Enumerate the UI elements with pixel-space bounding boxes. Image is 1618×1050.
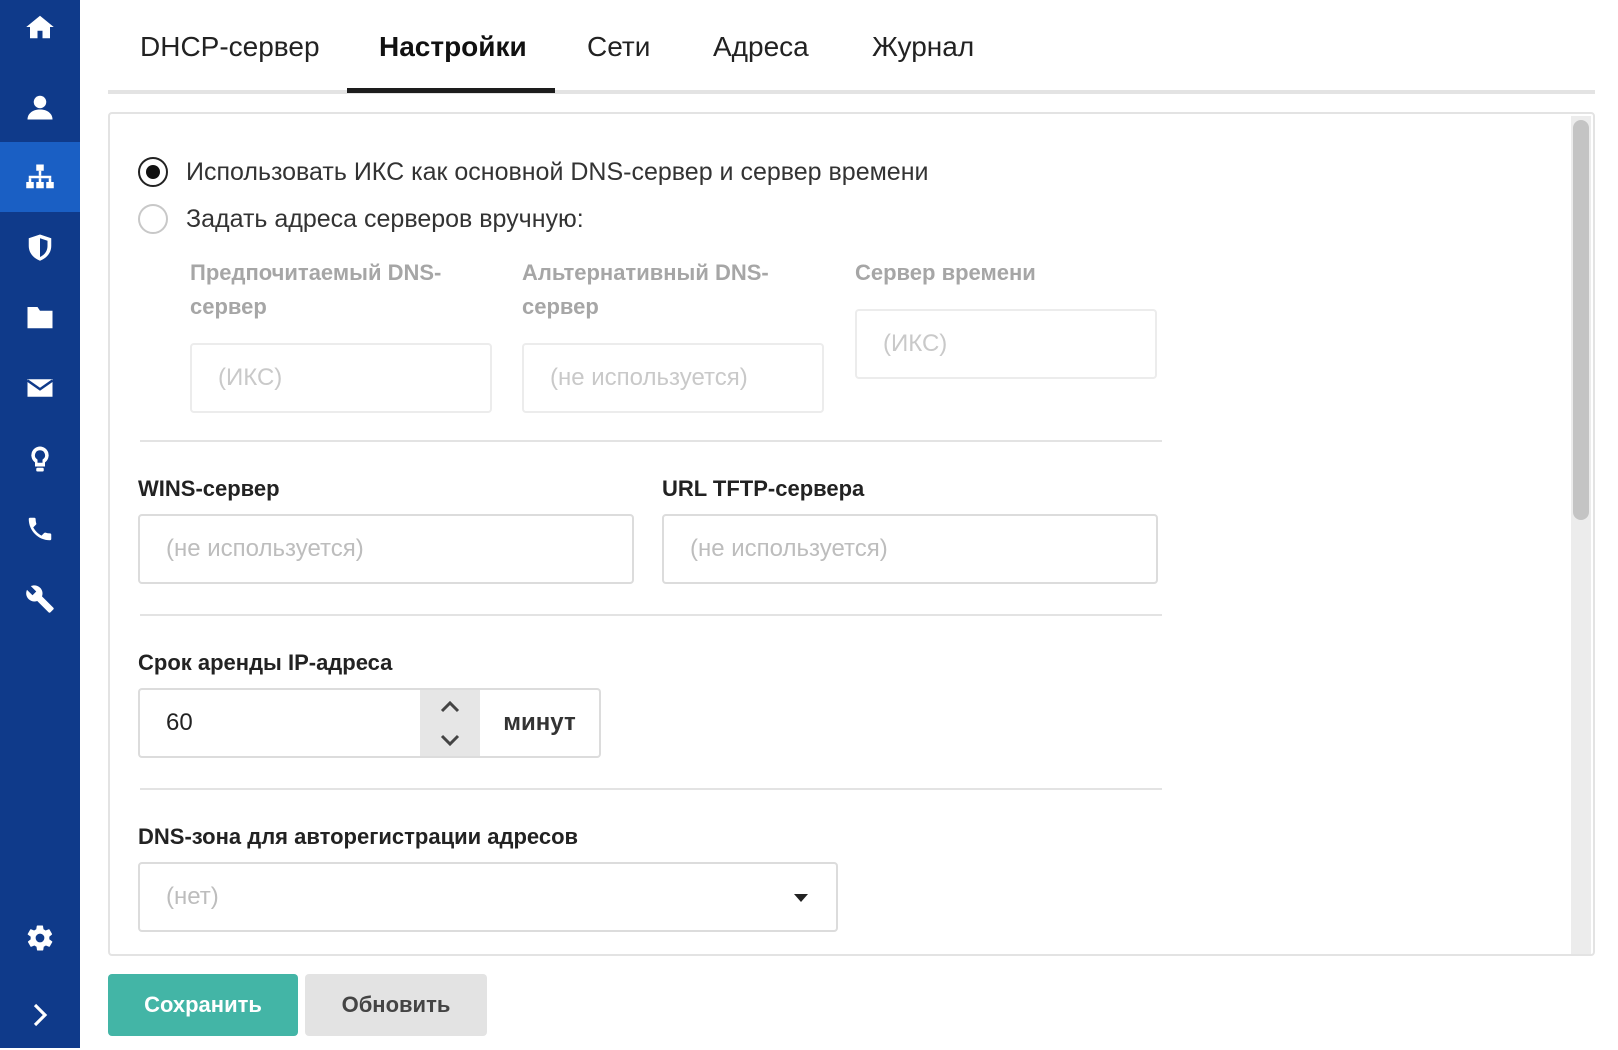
network-icon bbox=[26, 164, 54, 189]
lease-time-stepper bbox=[420, 688, 480, 758]
decrement-button[interactable] bbox=[420, 723, 480, 756]
chevron-right-icon bbox=[33, 1003, 48, 1027]
radio-use-ics-dns-label: Использовать ИКС как основной DNS-сервер… bbox=[186, 157, 929, 186]
save-button[interactable]: Сохранить bbox=[108, 974, 298, 1036]
caret-down-icon bbox=[794, 894, 808, 902]
dns-zone-label: DNS-зона для авторегистрации адресов bbox=[138, 824, 579, 849]
divider bbox=[140, 614, 1162, 616]
sidebar bbox=[0, 0, 80, 1048]
sidebar-item-security[interactable] bbox=[0, 212, 80, 282]
radio-manual-dns-label: Задать адреса серверов вручную: bbox=[186, 204, 584, 233]
wins-server-label: WINS-сервер bbox=[138, 476, 280, 501]
settings-panel: Использовать ИКС как основной DNS-сервер… bbox=[108, 112, 1595, 956]
lease-time-label: Срок аренды IP-адреса bbox=[138, 650, 393, 675]
mail-icon bbox=[26, 379, 54, 397]
tftp-url-input[interactable]: (не используется) bbox=[662, 514, 1158, 584]
sidebar-item-telephony[interactable] bbox=[0, 494, 80, 564]
wrench-icon bbox=[26, 585, 54, 613]
tab-networks[interactable]: Сети bbox=[587, 0, 650, 94]
sidebar-item-tools[interactable] bbox=[0, 564, 80, 634]
increment-button[interactable] bbox=[420, 690, 480, 723]
tab-addresses[interactable]: Адреса bbox=[713, 0, 809, 94]
preferred-dns-label: Предпочитаемый DNS- сервер bbox=[190, 260, 442, 319]
chevron-up-icon bbox=[440, 700, 460, 712]
tab-log[interactable]: Журнал bbox=[872, 0, 974, 94]
dns-zone-selected-value: (нет) bbox=[166, 883, 219, 910]
divider bbox=[140, 440, 1162, 442]
chevron-down-icon bbox=[440, 734, 460, 746]
lease-time-input[interactable]: 60 bbox=[138, 688, 420, 758]
sidebar-item-mail[interactable] bbox=[0, 353, 80, 423]
radio-button-unchecked[interactable] bbox=[138, 204, 168, 234]
user-icon bbox=[27, 95, 53, 120]
divider bbox=[140, 788, 1162, 790]
radio-button-checked[interactable] bbox=[138, 157, 168, 187]
alternative-dns-input[interactable]: (не используется) bbox=[522, 343, 824, 413]
sidebar-item-ideas[interactable] bbox=[0, 424, 80, 494]
sidebar-item-network[interactable] bbox=[0, 142, 80, 212]
sidebar-item-home[interactable] bbox=[0, 0, 80, 62]
tftp-url-label: URL TFTP-сервера bbox=[662, 476, 865, 501]
folder-icon bbox=[27, 307, 53, 329]
radio-manual-dns[interactable]: Задать адреса серверов вручную: bbox=[138, 204, 584, 234]
time-server-label: Сервер времени bbox=[855, 260, 1036, 285]
wins-server-input[interactable]: (не используется) bbox=[138, 514, 634, 584]
sidebar-item-settings[interactable] bbox=[0, 903, 80, 973]
lightbulb-icon bbox=[31, 446, 49, 472]
gear-icon bbox=[27, 925, 53, 951]
tab-settings[interactable]: Настройки bbox=[379, 0, 527, 94]
shield-icon bbox=[28, 234, 52, 261]
lease-time-unit: минут bbox=[480, 688, 601, 758]
phone-icon bbox=[28, 517, 52, 541]
sidebar-item-files[interactable] bbox=[0, 282, 80, 352]
alternative-dns-label: Альтернативный DNS- сервер bbox=[522, 260, 769, 319]
radio-use-ics-dns[interactable]: Использовать ИКС как основной DNS-сервер… bbox=[138, 157, 928, 187]
time-server-input[interactable]: (ИКС) bbox=[855, 309, 1157, 379]
active-tab-indicator bbox=[347, 88, 555, 93]
scrollbar-thumb[interactable] bbox=[1573, 120, 1589, 520]
dns-zone-select[interactable]: (нет) bbox=[138, 862, 838, 932]
sidebar-item-users[interactable] bbox=[0, 72, 80, 142]
preferred-dns-input[interactable]: (ИКС) bbox=[190, 343, 492, 413]
tab-dhcp-server[interactable]: DHCP-сервер bbox=[140, 0, 320, 94]
sidebar-collapse-toggle[interactable] bbox=[0, 980, 80, 1050]
tab-bar: DHCP-сервер Настройки Сети Адреса Журнал bbox=[108, 0, 1595, 94]
home-icon bbox=[26, 15, 54, 39]
scrollbar[interactable] bbox=[1571, 116, 1591, 954]
refresh-button[interactable]: Обновить bbox=[305, 974, 487, 1036]
